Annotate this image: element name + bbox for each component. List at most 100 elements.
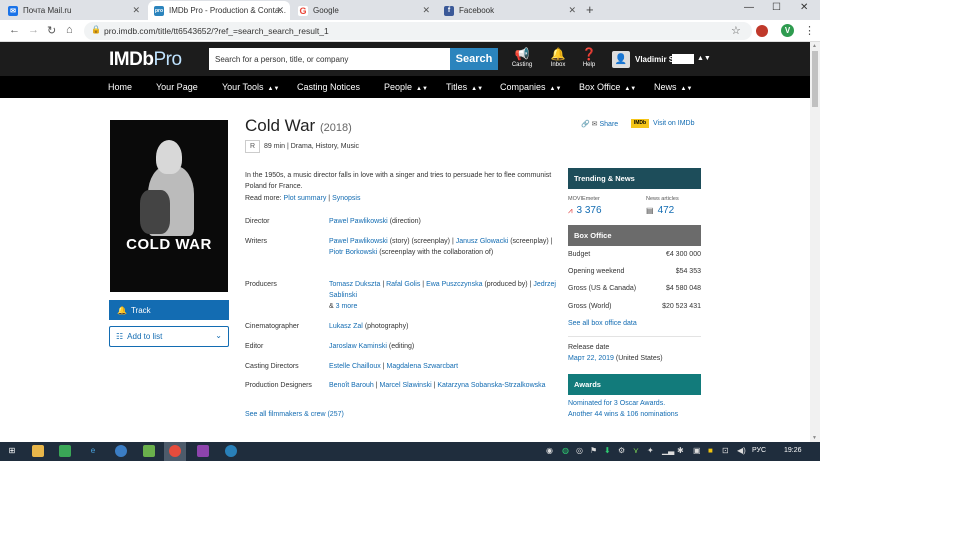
home-icon[interactable]: ⌂	[66, 24, 73, 36]
nav-home[interactable]: Home	[108, 82, 132, 92]
maximize-icon[interactable]: ☐	[772, 2, 781, 13]
tray-icon[interactable]: ◍	[562, 446, 569, 455]
person-link[interactable]: Rafal Golis	[386, 281, 420, 288]
add-to-list-button[interactable]: ☷ Add to list ⌄	[109, 326, 229, 347]
person-link[interactable]: Magdalena Szwarcbart	[386, 363, 458, 370]
person-link[interactable]: Estelle Chailloux	[329, 363, 381, 370]
see-all-crew-link[interactable]: See all filmmakers & crew (257)	[245, 411, 344, 418]
casting-button[interactable]: 📢 Casting	[507, 47, 537, 68]
close-icon[interactable]: ✕	[132, 5, 140, 16]
person-link[interactable]: Tomasz Dukszta	[329, 281, 380, 288]
tray-icon[interactable]: ⬇	[604, 446, 611, 455]
forward-icon[interactable]: →	[28, 24, 39, 36]
nav-box-office[interactable]: Box Office ▲▼	[579, 82, 636, 92]
input-language[interactable]: РУС	[752, 447, 766, 454]
tray-icon[interactable]: ▣	[693, 446, 701, 455]
person-link[interactable]: Piotr Borkowski	[329, 249, 377, 256]
close-window-icon[interactable]: ✕	[800, 2, 808, 13]
tray-icon[interactable]: ⚙	[618, 446, 625, 455]
tray-icon[interactable]: ✦	[647, 446, 654, 455]
release-date-link[interactable]: Март 22, 2019	[568, 355, 614, 362]
app-icon[interactable]	[197, 445, 209, 457]
app-icon[interactable]	[143, 445, 155, 457]
plot-summary-link[interactable]: Plot summary	[284, 195, 327, 202]
profile-avatar[interactable]: V	[781, 24, 794, 37]
tray-icon[interactable]: ⋎	[633, 446, 639, 455]
minimize-icon[interactable]: —	[744, 2, 754, 13]
nav-label: News	[654, 82, 677, 92]
scroll-down-icon[interactable]: ▼	[812, 435, 817, 441]
nav-people[interactable]: People ▲▼	[384, 82, 428, 92]
search-input[interactable]	[209, 48, 450, 70]
app-icon[interactable]	[225, 445, 237, 457]
nav-your-page[interactable]: Your Page	[156, 82, 198, 92]
film-poster[interactable]: COLD WAR	[110, 120, 228, 292]
nav-casting-notices[interactable]: Casting Notices	[297, 82, 360, 92]
inbox-button[interactable]: 🔔 Inbox	[543, 47, 573, 68]
tab-google[interactable]: G Google ✕	[292, 1, 436, 20]
browser-menu-icon[interactable]: ⋮	[804, 24, 815, 37]
tray-icon[interactable]: ■	[708, 446, 713, 455]
synopsis-link[interactable]: Synopsis	[332, 195, 360, 202]
moviemeter-value[interactable]: ⩘ 3 376	[568, 205, 602, 216]
tray-icon[interactable]: ◉	[546, 446, 553, 455]
imdbpro-logo[interactable]: IMDbPro	[109, 49, 182, 71]
scrollbar-thumb[interactable]	[812, 51, 818, 107]
nav-companies[interactable]: Companies ▲▼	[500, 82, 561, 92]
search-button[interactable]: Search	[450, 48, 498, 70]
person-link[interactable]: Marcel Slawinski	[380, 382, 432, 389]
close-icon[interactable]: ✕	[276, 5, 284, 16]
network-icon[interactable]: ⊡	[722, 446, 729, 455]
store-icon[interactable]	[59, 445, 71, 457]
awards-wins-link[interactable]: Another 44 wins & 106 nominations	[568, 411, 678, 418]
person-link[interactable]: Ewa Puszczynska	[426, 281, 482, 288]
person-link[interactable]: Jaroslaw Kaminski	[329, 343, 387, 350]
scroll-up-icon[interactable]: ▲	[812, 43, 817, 49]
tab-label: Почта Mail.ru	[23, 6, 72, 15]
reload-icon[interactable]: ↻	[47, 24, 56, 37]
new-tab-icon[interactable]: +	[586, 2, 594, 17]
boxoffice-header: Box Office	[568, 225, 701, 246]
tab-facebook[interactable]: f Facebook ✕	[438, 1, 582, 20]
nav-news[interactable]: News ▲▼	[654, 82, 692, 92]
person-link[interactable]: Janusz Glowacki	[456, 238, 509, 245]
person-link[interactable]: Pawel Pawlikowski	[329, 218, 388, 225]
visit-imdb-link[interactable]: Visit on IMDb	[653, 120, 695, 127]
bookmark-star-icon[interactable]: ☆	[731, 24, 741, 37]
close-icon[interactable]: ✕	[568, 5, 576, 16]
person-link[interactable]: Lukasz Zal	[329, 323, 363, 330]
help-button[interactable]: ❓ Help	[574, 47, 604, 68]
chrome-icon[interactable]	[169, 445, 181, 457]
person-link[interactable]: Pawel Pawlikowski	[329, 238, 388, 245]
page-scrollbar[interactable]: ▲ ▼	[810, 42, 820, 442]
share-link[interactable]: 🔗 ✉ Share	[581, 120, 618, 128]
user-avatar[interactable]: 👤	[612, 51, 630, 68]
track-button[interactable]: 🔔 Track	[109, 300, 229, 320]
tab-imdbpro[interactable]: pro IMDb Pro - Production & Conta... ✕	[148, 1, 290, 20]
signal-icon[interactable]: ▁▃	[662, 446, 674, 455]
edge-icon[interactable]: e	[87, 445, 99, 457]
start-icon[interactable]: ⊞	[6, 445, 18, 457]
url-field[interactable]: 🔒 pro.imdb.com/title/tt6543652/?ref_=sea…	[84, 22, 752, 40]
nav-your-tools[interactable]: Your Tools ▲▼	[222, 82, 279, 92]
awards-oscar-link[interactable]: Nominated for 3 Oscar Awards.	[568, 400, 665, 407]
more-producers-link[interactable]: 3 more	[336, 303, 358, 310]
news-value[interactable]: ▤ 472	[646, 205, 674, 216]
boxoffice-link[interactable]: See all box office data	[568, 320, 637, 327]
user-name[interactable]: Vladimir S	[635, 55, 674, 64]
tray-icon[interactable]: ⚑	[590, 446, 597, 455]
clock[interactable]: 19:26	[784, 447, 802, 454]
tray-icon[interactable]: ✱	[677, 446, 684, 455]
folder-icon[interactable]	[32, 445, 44, 457]
back-icon[interactable]: ←	[9, 24, 20, 36]
person-link[interactable]: Benoît Barouh	[329, 382, 374, 389]
caret-down-icon[interactable]: ▲▼	[697, 55, 711, 62]
nav-titles[interactable]: Titles ▲▼	[446, 82, 483, 92]
volume-icon[interactable]: ◀)	[737, 446, 746, 455]
person-link[interactable]: Katarzyna Sobanska-Strzalkowska	[437, 382, 545, 389]
app-icon[interactable]	[115, 445, 127, 457]
extension-icon[interactable]	[756, 25, 768, 37]
close-icon[interactable]: ✕	[422, 5, 430, 16]
tray-icon[interactable]: ◎	[576, 446, 583, 455]
tab-mail[interactable]: ✉ Почта Mail.ru ✕	[2, 1, 146, 20]
